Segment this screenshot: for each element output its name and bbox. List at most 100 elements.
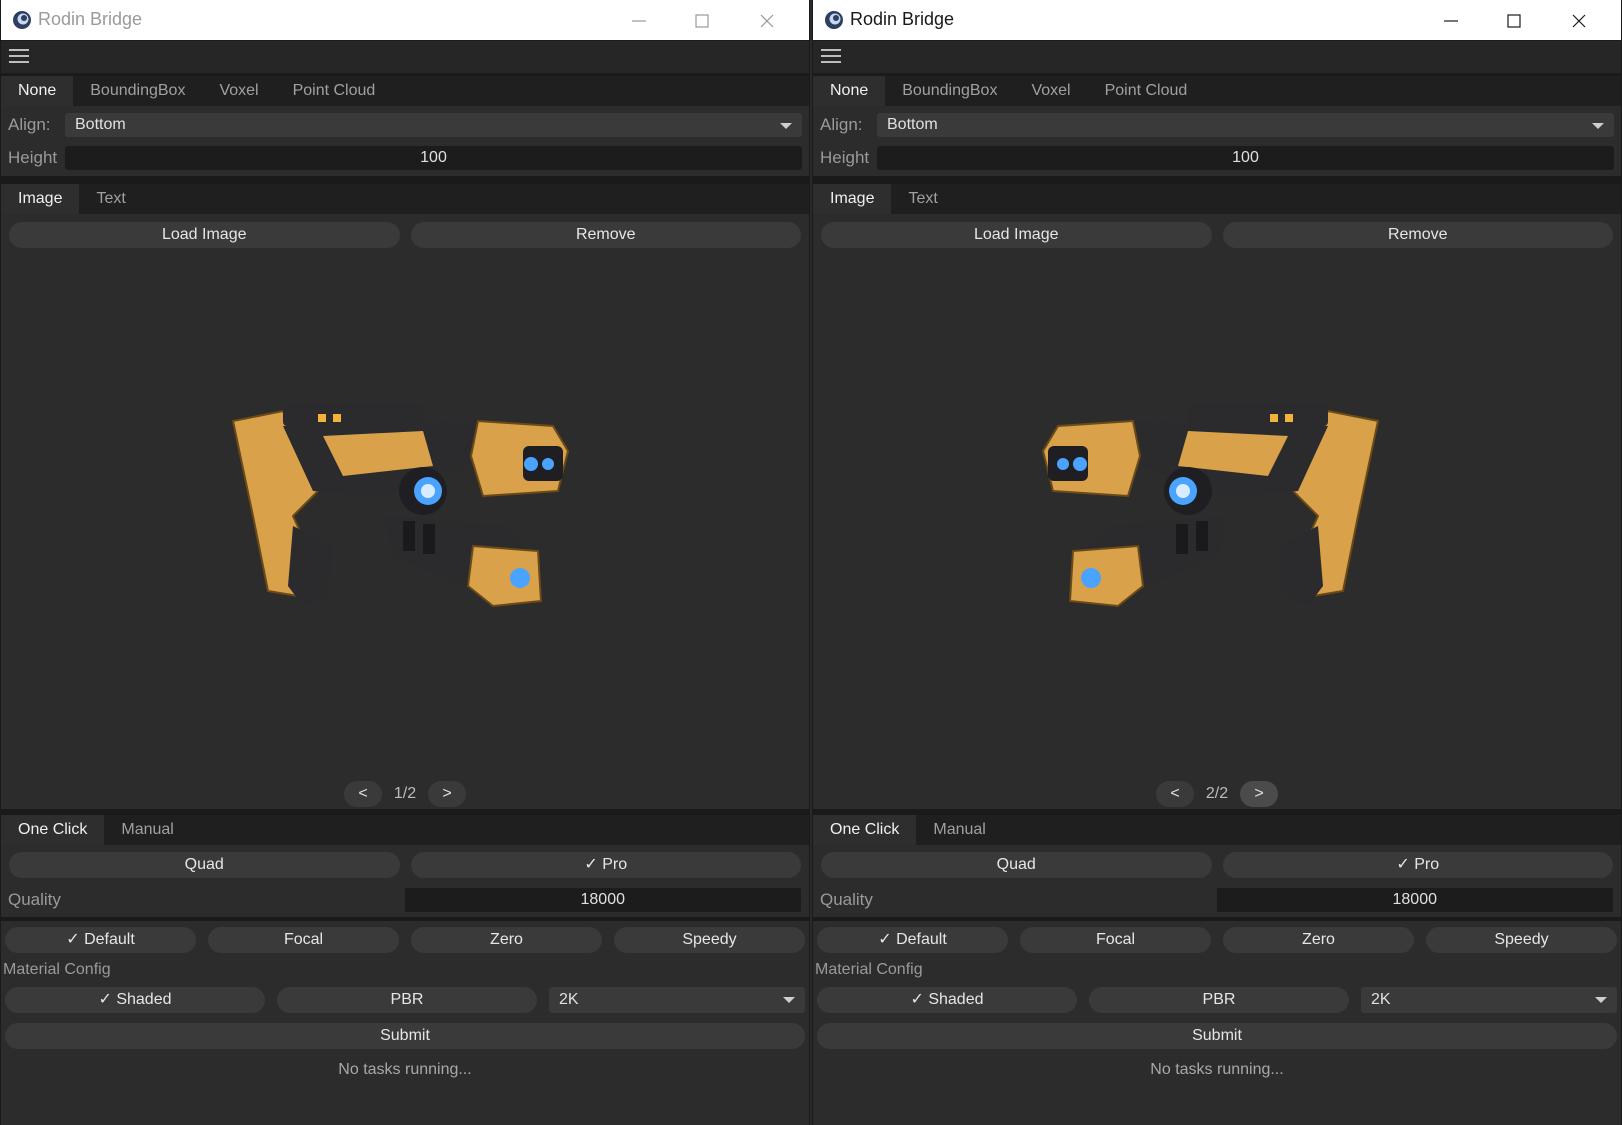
next-image-button[interactable]: > [428, 781, 466, 807]
dropdown-arrow-icon [780, 122, 792, 129]
resolution-dropdown[interactable]: 2K [549, 987, 805, 1013]
pro-button[interactable]: ✓ Pro [1222, 852, 1613, 878]
menu-bar [813, 41, 1621, 73]
close-icon[interactable] [757, 11, 777, 31]
shaded-button[interactable]: ✓ Shaded [5, 987, 265, 1013]
generation-tabs: One Click Manual [813, 815, 1621, 845]
align-value: Bottom [887, 115, 938, 133]
tab-none[interactable]: None [1, 76, 74, 106]
window-title: Rodin Bridge [850, 9, 955, 29]
submit-button[interactable]: Submit [817, 1023, 1617, 1049]
align-dropdown[interactable]: Bottom [65, 112, 802, 137]
resolution-dropdown[interactable]: 2K [1361, 987, 1617, 1013]
tab-text[interactable]: Text [891, 184, 954, 214]
prev-image-button[interactable]: < [1156, 781, 1194, 807]
load-image-button[interactable]: Load Image [821, 222, 1212, 248]
next-image-button[interactable]: > [1240, 781, 1278, 807]
tab-boundingbox[interactable]: BoundingBox [885, 76, 1014, 106]
bbox-tabs: None BoundingBox Voxel Point Cloud [813, 76, 1621, 106]
mode-focal-button[interactable]: Focal [208, 927, 399, 953]
align-value: Bottom [75, 115, 126, 133]
tab-manual[interactable]: Manual [916, 815, 1002, 845]
mode-speedy-button[interactable]: Speedy [1426, 927, 1617, 953]
remove-button[interactable]: Remove [1222, 222, 1613, 248]
pro-button[interactable]: ✓ Pro [410, 852, 801, 878]
title-bar[interactable]: Rodin Bridge [813, 0, 1621, 41]
shaded-button[interactable]: ✓ Shaded [817, 987, 1077, 1013]
dropdown-arrow-icon [783, 997, 795, 1003]
app-logo-icon [825, 11, 843, 29]
pbr-button[interactable]: PBR [1089, 987, 1349, 1013]
tab-point-cloud[interactable]: Point Cloud [276, 76, 393, 106]
align-row: Align: Bottom [813, 108, 1621, 141]
quad-button[interactable]: Quad [821, 852, 1212, 878]
mode-zero-button[interactable]: Zero [1223, 927, 1414, 953]
hamburger-menu-icon[interactable] [9, 49, 29, 65]
input-tabs: Image Text [1, 184, 809, 214]
tab-one-click[interactable]: One Click [1, 815, 105, 845]
height-row: Height 100 [813, 141, 1621, 174]
window-title: Rodin Bridge [38, 9, 143, 29]
material-row: ✓ Shaded PBR 2K [1, 983, 809, 1017]
tab-voxel[interactable]: Voxel [1014, 76, 1087, 106]
quad-button[interactable]: Quad [9, 852, 400, 878]
tab-one-click[interactable]: One Click [813, 815, 917, 845]
align-label: Align: [820, 114, 863, 134]
height-label: Height [820, 147, 870, 167]
material-config-label: Material Config [815, 961, 923, 978]
image-preview: < 2/2 > [813, 253, 1621, 809]
blaster-gun-image [231, 404, 570, 608]
close-icon[interactable] [1569, 11, 1589, 31]
quality-row: Quality 18000 [1, 883, 809, 917]
maximize-icon[interactable] [1504, 11, 1524, 31]
input-tabs: Image Text [813, 184, 1621, 214]
material-row: ✓ Shaded PBR 2K [813, 983, 1621, 1017]
task-status: No tasks running... [1150, 1061, 1284, 1078]
align-dropdown[interactable]: Bottom [877, 112, 1614, 137]
mode-default-button[interactable]: ✓ Default [817, 927, 1008, 953]
remove-button[interactable]: Remove [410, 222, 801, 248]
height-label: Height [8, 147, 58, 167]
mode-row: ✓ Default Focal Zero Speedy [1, 921, 809, 959]
image-pager: < 1/2 > [1, 779, 809, 809]
height-field[interactable]: 100 [877, 145, 1614, 170]
mode-focal-button[interactable]: Focal [1020, 927, 1211, 953]
title-bar[interactable]: Rodin Bridge [1, 0, 809, 41]
quality-field[interactable]: 18000 [1216, 888, 1613, 912]
hamburger-menu-icon[interactable] [821, 49, 841, 65]
pbr-button[interactable]: PBR [277, 987, 537, 1013]
height-row: Height 100 [1, 141, 809, 174]
mode-zero-button[interactable]: Zero [411, 927, 602, 953]
dropdown-arrow-icon [1592, 122, 1604, 129]
quality-row: Quality 18000 [813, 883, 1621, 917]
mode-speedy-button[interactable]: Speedy [614, 927, 805, 953]
submit-button[interactable]: Submit [5, 1023, 805, 1049]
load-image-button[interactable]: Load Image [9, 222, 400, 248]
align-label: Align: [8, 114, 51, 134]
maximize-icon[interactable] [692, 11, 712, 31]
generation-tabs: One Click Manual [1, 815, 809, 845]
material-config-label: Material Config [3, 961, 111, 978]
tab-none[interactable]: None [813, 76, 886, 106]
menu-bar [1, 41, 809, 73]
rodin-bridge-window-left: Rodin Bridge None BoundingBox Voxel Poin… [0, 0, 810, 1125]
tab-voxel[interactable]: Voxel [202, 76, 275, 106]
minimize-icon[interactable] [1441, 11, 1461, 31]
minimize-icon[interactable] [629, 11, 649, 31]
tab-image[interactable]: Image [813, 184, 892, 214]
tab-point-cloud[interactable]: Point Cloud [1088, 76, 1205, 106]
tab-text[interactable]: Text [79, 184, 142, 214]
height-field[interactable]: 100 [65, 145, 802, 170]
blaster-gun-image [1041, 404, 1380, 608]
tab-manual[interactable]: Manual [104, 815, 190, 845]
image-preview: < 1/2 > [1, 253, 809, 809]
prev-image-button[interactable]: < [344, 781, 382, 807]
quality-field[interactable]: 18000 [404, 888, 801, 912]
tab-boundingbox[interactable]: BoundingBox [73, 76, 202, 106]
app-logo-icon [13, 11, 31, 29]
resolution-value: 2K [1371, 991, 1391, 1008]
page-indicator: 2/2 [1205, 785, 1229, 802]
mode-default-button[interactable]: ✓ Default [5, 927, 196, 953]
tab-image[interactable]: Image [1, 184, 80, 214]
bbox-tabs: None BoundingBox Voxel Point Cloud [1, 76, 809, 106]
